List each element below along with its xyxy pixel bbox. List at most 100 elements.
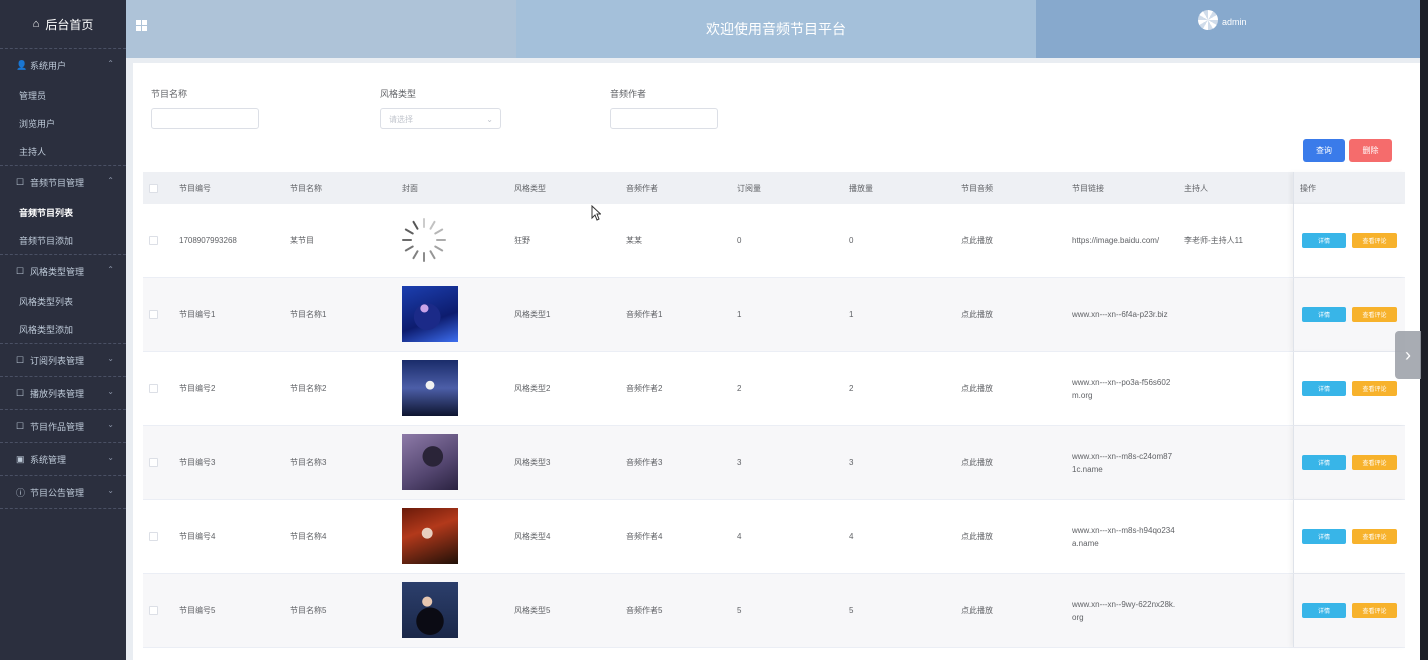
play-audio-link[interactable]: 点此播放 (961, 309, 993, 320)
sidebar: ⌂ 后台首页 👤 系统用户 ⌃ 管理员 浏览用户 主持人 ☐ 音频节目管理 ⌃ 音频节目列表 音频节… (0, 0, 126, 660)
detail-button[interactable]: 详情 (1302, 603, 1346, 618)
chevron-down-icon: ⌄ (107, 420, 114, 429)
program-link[interactable]: www.xn---xn--m8s-h94qo234a.name (1072, 524, 1176, 550)
sidebar-group-head[interactable]: ☐ 播放列表管理 ⌄ (0, 377, 126, 409)
play-audio-link[interactable]: 点此播放 (961, 383, 993, 394)
filter-name-label: 节目名称 (151, 89, 188, 99)
menu-toggle-icon[interactable] (136, 20, 147, 31)
view-comments-button[interactable]: 查看评论 (1352, 307, 1397, 322)
filter-author-label: 音频作者 (610, 89, 647, 99)
chevron-down-icon: ⌄ (486, 115, 493, 124)
table-row: 节目编号3 节目名称3 风格类型3 音频作者3 3 3 点此播放 www.xn---xn--m… (143, 426, 1405, 500)
cell-plays: 2 (849, 384, 854, 393)
cell-style: 风格类型5 (514, 606, 551, 615)
cell-subs: 1 (737, 310, 742, 319)
column-header: 订阅量 (737, 183, 761, 193)
sidebar-group-head[interactable]: ☐ 音频节目管理 ⌃ (0, 166, 126, 198)
sidebar-item[interactable]: 音频节目添加 (0, 226, 126, 254)
cell-id: 节目编号5 (179, 606, 216, 615)
column-header: 节目链接 (1072, 183, 1104, 193)
style-select[interactable]: 请选择 ⌄ (380, 108, 501, 129)
column-header: 音频作者 (626, 183, 658, 193)
loading-spinner-icon (400, 216, 448, 264)
detail-button[interactable]: 详情 (1302, 455, 1346, 470)
chevron-down-icon: ⌄ (107, 486, 114, 495)
username[interactable]: admin (1222, 17, 1247, 27)
detail-button[interactable]: 详情 (1302, 307, 1346, 322)
sidebar-home[interactable]: ⌂ 后台首页 (0, 0, 126, 48)
column-header: 节目音频 (961, 183, 993, 193)
sidebar-group-head[interactable]: ☐ 节目作品管理 ⌄ (0, 410, 126, 442)
row-checkbox[interactable] (149, 384, 158, 393)
sidebar-group-head[interactable]: ⓘ 节目公告管理 ⌄ (0, 476, 126, 508)
image-icon: ▣ (16, 453, 25, 464)
column-header: 主持人 (1184, 183, 1208, 193)
cell-plays: 4 (849, 532, 854, 541)
sidebar-group-head[interactable]: ▣ 系统管理 ⌄ (0, 443, 126, 475)
filter-style-label: 风格类型 (380, 89, 417, 99)
play-audio-link[interactable]: 点此播放 (961, 235, 993, 246)
row-checkbox[interactable] (149, 458, 158, 467)
sidebar-group-head[interactable]: ☐ 订阅列表管理 ⌄ (0, 344, 126, 376)
header-title: 欢迎使用音频节目平台 (516, 0, 1036, 58)
row-checkbox[interactable] (149, 606, 158, 615)
sidebar-group-label: 风格类型管理 (30, 266, 85, 277)
play-audio-link[interactable]: 点此播放 (961, 457, 993, 468)
table-row: 1708907993268 某节目 狂野 某某 0 0 点此播放 https://image.… (143, 204, 1405, 278)
sidebar-item[interactable]: 主持人 (0, 137, 126, 165)
user-icon: 👤 (16, 59, 28, 70)
query-button[interactable]: 查询 (1303, 139, 1345, 162)
info-icon: ⓘ (16, 487, 26, 498)
row-checkbox[interactable] (149, 532, 158, 541)
row-checkbox[interactable] (149, 236, 158, 245)
avatar[interactable] (1198, 10, 1218, 30)
view-comments-button[interactable]: 查看评论 (1352, 603, 1397, 618)
program-link[interactable]: www.xn---xn--po3a-f56s602m.org (1072, 376, 1176, 402)
author-input[interactable] (610, 108, 718, 129)
program-link[interactable]: www.xn---xn--m8s-c24om871c.name (1072, 450, 1176, 476)
sidebar-item[interactable]: 风格类型添加 (0, 315, 126, 343)
cell-plays: 5 (849, 606, 854, 615)
chevron-down-icon: ⌄ (107, 387, 114, 396)
cell-name: 节目名称5 (290, 606, 327, 615)
chevron-right-icon[interactable]: › (1395, 331, 1421, 379)
view-comments-button[interactable]: 查看评论 (1352, 381, 1397, 396)
table-row: 节目编号5 节目名称5 风格类型5 音频作者5 5 5 点此播放 www.xn---xn--9… (143, 574, 1405, 648)
sidebar-group-label: 播放列表管理 (30, 388, 85, 399)
detail-button[interactable]: 详情 (1302, 381, 1346, 396)
view-comments-button[interactable]: 查看评论 (1352, 233, 1397, 248)
delete-button[interactable]: 删除 (1349, 139, 1392, 162)
column-header: 操作 (1300, 183, 1316, 193)
detail-button[interactable]: 详情 (1302, 233, 1346, 248)
program-link[interactable]: https://image.baidu.com/ (1072, 234, 1176, 247)
sidebar-item[interactable]: 管理员 (0, 81, 126, 109)
sidebar-group-head[interactable]: 👤 系统用户 ⌃ (0, 49, 126, 81)
cell-name: 节目名称1 (290, 310, 327, 319)
play-audio-link[interactable]: 点此播放 (961, 531, 993, 542)
sidebar-group: ☐ 节目作品管理 ⌄ (0, 409, 126, 442)
cell-host: 李老师-主持人11 (1184, 236, 1243, 245)
edit-icon: ☐ (16, 420, 25, 431)
sidebar-item[interactable]: 风格类型列表 (0, 287, 126, 315)
sidebar-group-head[interactable]: ☐ 风格类型管理 ⌃ (0, 255, 126, 287)
edit-icon: ☐ (16, 265, 25, 276)
select-all-checkbox[interactable] (149, 183, 158, 193)
play-audio-link[interactable]: 点此播放 (961, 605, 993, 616)
sidebar-item[interactable]: 音频节目列表 (0, 198, 126, 226)
view-comments-button[interactable]: 查看评论 (1352, 529, 1397, 544)
sidebar-group: ☐ 风格类型管理 ⌃ 风格类型列表 风格类型添加 (0, 254, 126, 343)
sidebar-home-label: 后台首页 (45, 17, 94, 32)
cell-author: 某某 (626, 236, 642, 245)
cell-name: 节目名称3 (290, 458, 327, 467)
row-checkbox[interactable] (149, 310, 158, 319)
cell-id: 节目编号3 (179, 458, 216, 467)
detail-button[interactable]: 详情 (1302, 529, 1346, 544)
program-link[interactable]: www.xn---xn--9wy-622nx28k.org (1072, 598, 1176, 624)
sidebar-item[interactable]: 浏览用户 (0, 109, 126, 137)
cell-plays: 3 (849, 458, 854, 467)
column-header: 风格类型 (514, 183, 546, 193)
program-link[interactable]: www.xn---xn--6f4a-p23r.biz (1072, 308, 1176, 321)
view-comments-button[interactable]: 查看评论 (1352, 455, 1397, 470)
cover-image (402, 434, 458, 490)
program-name-input[interactable] (151, 108, 259, 129)
